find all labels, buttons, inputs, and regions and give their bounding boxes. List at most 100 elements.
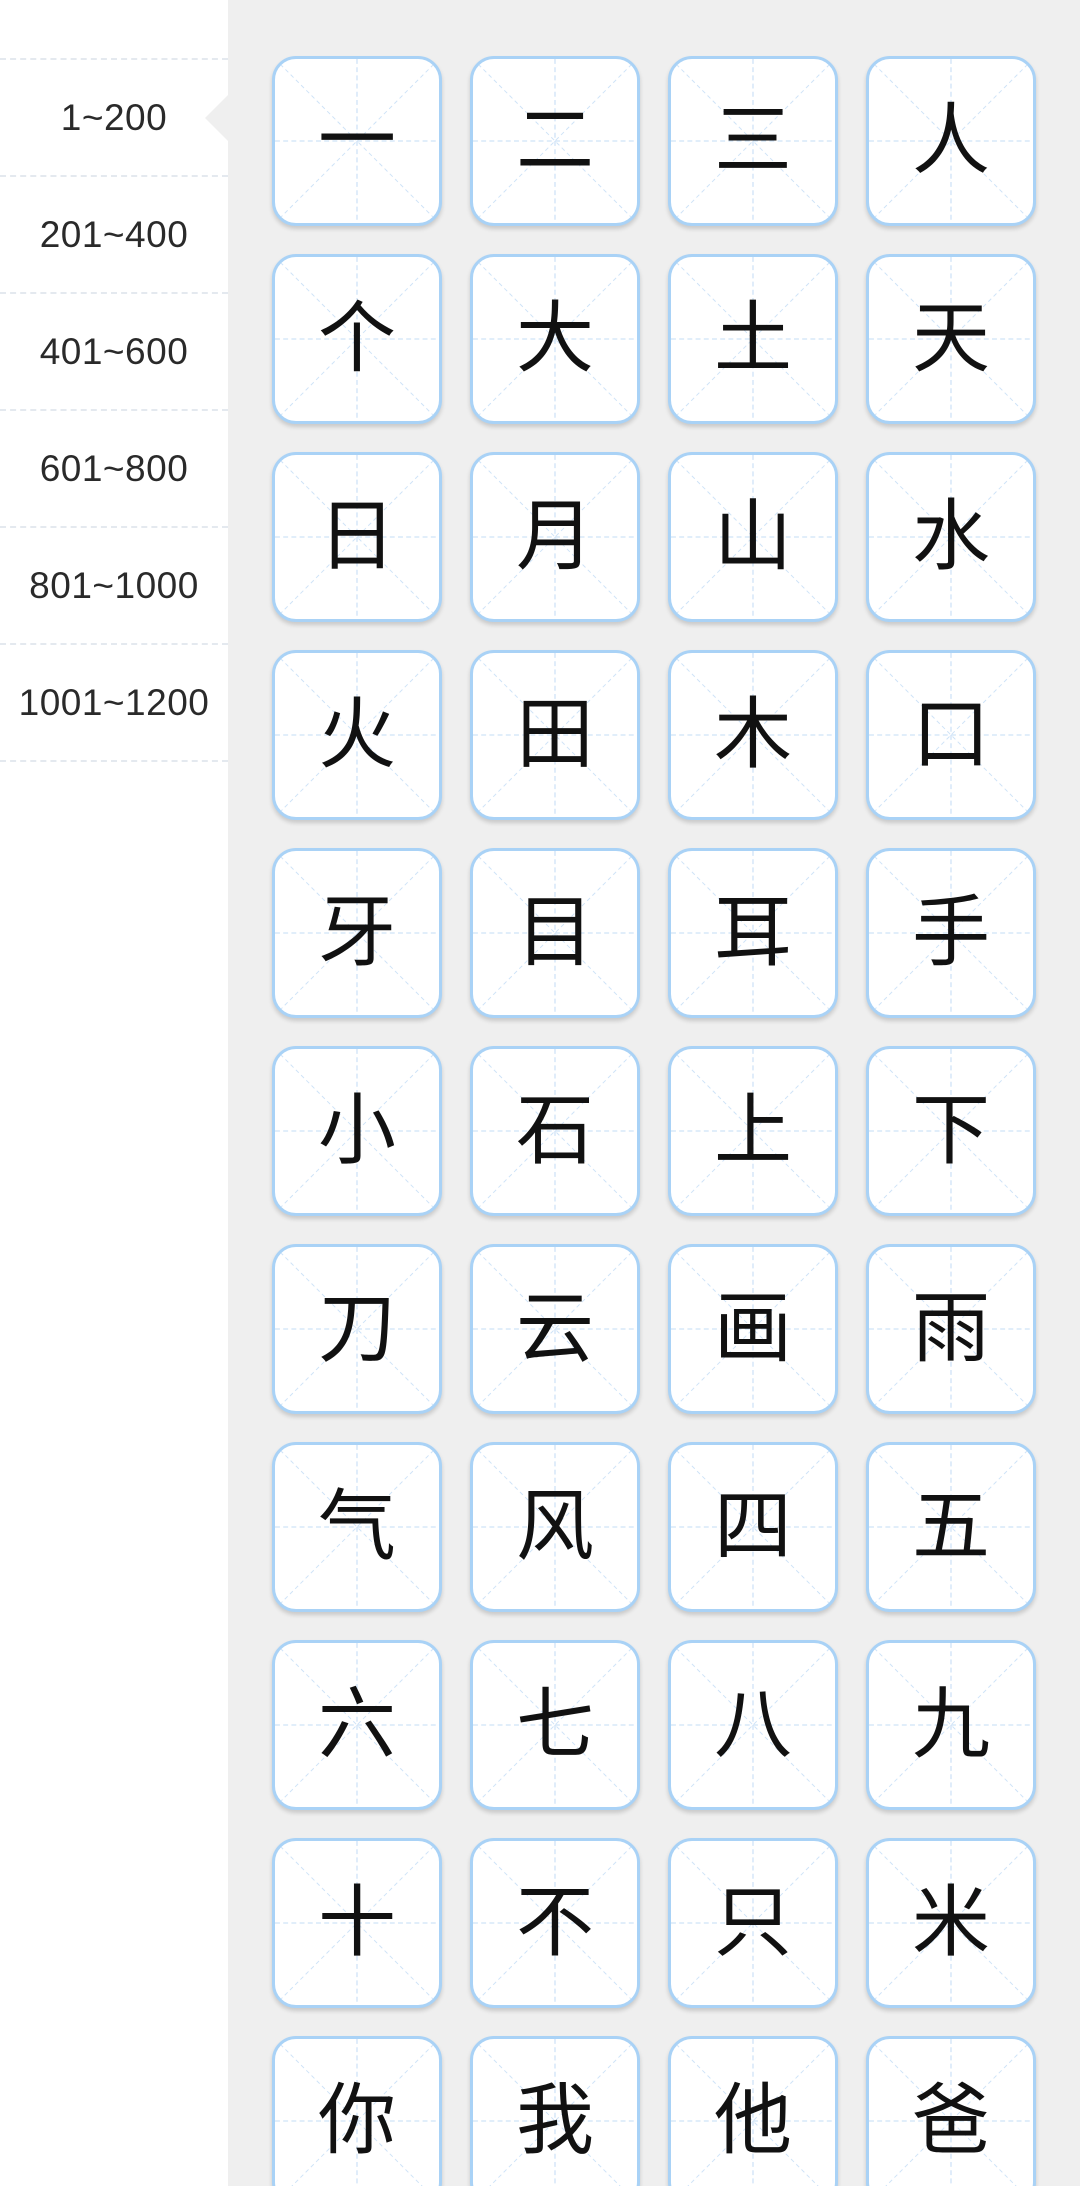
character-card[interactable]: 大 <box>470 254 640 424</box>
character-glyph: 耳 <box>713 888 792 978</box>
character-card[interactable]: 土 <box>668 254 838 424</box>
character-card[interactable]: 月 <box>470 452 640 622</box>
character-glyph: 你 <box>317 2076 396 2166</box>
character-glyph: 土 <box>713 294 792 384</box>
character-card[interactable]: 爸 <box>866 2036 1036 2186</box>
character-card[interactable]: 耳 <box>668 848 838 1018</box>
character-glyph: 石 <box>515 1086 594 1176</box>
character-card[interactable]: 米 <box>866 1838 1036 2008</box>
character-card[interactable]: 云 <box>470 1244 640 1414</box>
character-glyph: 手 <box>911 888 990 978</box>
character-card[interactable]: 手 <box>866 848 1036 1018</box>
app-root: 1~200 201~400 401~600 601~800 801~1000 1… <box>0 0 1080 2186</box>
character-card[interactable]: 牙 <box>272 848 442 1018</box>
character-card[interactable]: 只 <box>668 1838 838 2008</box>
character-card[interactable]: 五 <box>866 1442 1036 1612</box>
character-glyph: 七 <box>515 1680 594 1770</box>
character-glyph: 山 <box>713 492 792 582</box>
sidebar-item-label: 601~800 <box>39 447 189 489</box>
character-glyph: 五 <box>911 1482 990 1572</box>
character-glyph: 口 <box>911 690 990 780</box>
character-card[interactable]: 雨 <box>866 1244 1036 1414</box>
character-card[interactable]: 他 <box>668 2036 838 2186</box>
sidebar-item-range-6[interactable]: 1001~1200 <box>0 645 228 762</box>
character-card[interactable]: 我 <box>470 2036 640 2186</box>
sidebar-item-range-3[interactable]: 401~600 <box>0 294 228 411</box>
character-card[interactable]: 上 <box>668 1046 838 1216</box>
character-glyph: 人 <box>911 96 990 186</box>
character-glyph: 水 <box>911 492 990 582</box>
character-card[interactable]: 二 <box>470 56 640 226</box>
sidebar-item-label: 401~600 <box>39 330 189 372</box>
character-glyph: 木 <box>713 690 792 780</box>
character-glyph: 上 <box>713 1086 792 1176</box>
character-glyph: 四 <box>713 1482 792 1572</box>
character-glyph: 六 <box>317 1680 396 1770</box>
character-glyph: 我 <box>515 2076 594 2166</box>
character-card[interactable]: 一 <box>272 56 442 226</box>
character-glyph: 大 <box>515 294 594 384</box>
character-card[interactable]: 六 <box>272 1640 442 1810</box>
character-card[interactable]: 刀 <box>272 1244 442 1414</box>
character-card[interactable]: 石 <box>470 1046 640 1216</box>
character-card[interactable]: 不 <box>470 1838 640 2008</box>
character-glyph: 风 <box>515 1482 594 1572</box>
character-glyph: 下 <box>911 1086 990 1176</box>
character-card[interactable]: 下 <box>866 1046 1036 1216</box>
sidebar-item-label: 801~1000 <box>29 564 199 606</box>
character-glyph: 刀 <box>317 1284 396 1374</box>
character-glyph: 画 <box>713 1284 792 1374</box>
character-card[interactable]: 十 <box>272 1838 442 2008</box>
character-glyph: 小 <box>317 1086 396 1176</box>
character-glyph: 九 <box>911 1680 990 1770</box>
sidebar-item-label: 201~400 <box>39 213 189 255</box>
character-card[interactable]: 个 <box>272 254 442 424</box>
character-glyph: 二 <box>515 96 594 186</box>
character-glyph: 雨 <box>911 1284 990 1374</box>
character-glyph: 云 <box>515 1284 594 1374</box>
character-glyph: 月 <box>515 492 594 582</box>
selected-pointer-icon <box>205 93 229 142</box>
character-glyph: 一 <box>317 96 396 186</box>
character-glyph: 火 <box>317 690 396 780</box>
character-card[interactable]: 画 <box>668 1244 838 1414</box>
character-card[interactable]: 四 <box>668 1442 838 1612</box>
character-card[interactable]: 九 <box>866 1640 1036 1810</box>
character-card[interactable]: 田 <box>470 650 640 820</box>
character-glyph: 十 <box>317 1878 396 1968</box>
character-glyph: 只 <box>713 1878 792 1968</box>
character-card[interactable]: 火 <box>272 650 442 820</box>
character-card[interactable]: 水 <box>866 452 1036 622</box>
character-card[interactable]: 口 <box>866 650 1036 820</box>
character-card[interactable]: 目 <box>470 848 640 1018</box>
sidebar-item-range-4[interactable]: 601~800 <box>0 411 228 528</box>
character-card[interactable]: 气 <box>272 1442 442 1612</box>
character-card[interactable]: 风 <box>470 1442 640 1612</box>
sidebar-item-label: 1~200 <box>60 96 168 138</box>
character-card[interactable]: 木 <box>668 650 838 820</box>
sidebar-item-range-2[interactable]: 201~400 <box>0 177 228 294</box>
character-card[interactable]: 你 <box>272 2036 442 2186</box>
sidebar-item-range-5[interactable]: 801~1000 <box>0 528 228 645</box>
character-glyph: 三 <box>713 96 792 186</box>
range-sidebar: 1~200 201~400 401~600 601~800 801~1000 1… <box>0 0 229 2186</box>
character-glyph: 他 <box>713 2076 792 2166</box>
character-card[interactable]: 小 <box>272 1046 442 1216</box>
character-grid: 一 二 三 人 个 大 土 天 日 月 山 水 火 田 木 口 牙 目 耳 手 … <box>272 56 1044 2186</box>
character-glyph: 米 <box>911 1878 990 1968</box>
character-card[interactable]: 天 <box>866 254 1036 424</box>
character-card[interactable]: 日 <box>272 452 442 622</box>
character-card[interactable]: 人 <box>866 56 1036 226</box>
character-card[interactable]: 七 <box>470 1640 640 1810</box>
character-glyph: 天 <box>911 294 990 384</box>
range-list: 1~200 201~400 401~600 601~800 801~1000 1… <box>0 58 229 762</box>
character-card[interactable]: 八 <box>668 1640 838 1810</box>
character-glyph: 田 <box>515 690 594 780</box>
character-card[interactable]: 三 <box>668 56 838 226</box>
character-glyph: 牙 <box>317 888 396 978</box>
sidebar-item-range-1[interactable]: 1~200 <box>0 60 229 177</box>
character-glyph: 不 <box>515 1878 594 1968</box>
character-glyph: 日 <box>317 492 396 582</box>
character-glyph: 气 <box>317 1482 396 1572</box>
character-card[interactable]: 山 <box>668 452 838 622</box>
